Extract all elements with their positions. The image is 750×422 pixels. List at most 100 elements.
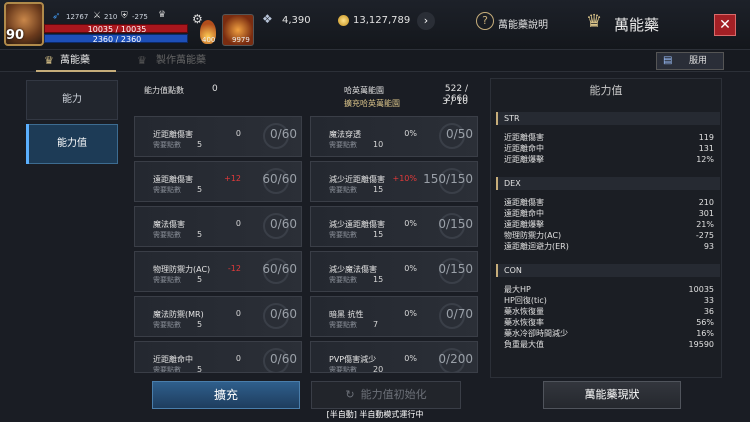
mp-text: 2360 / 2360 [92, 35, 142, 44]
elixir-card-bonus: 0 [235, 219, 241, 228]
trophy-icon: ♛ [158, 10, 167, 20]
stats-row: 遠距離命中 301 [504, 208, 714, 219]
elixir-card-req-value: 15 [373, 185, 384, 194]
stats-row-label: 遠距離迴避力(ER) [504, 242, 569, 251]
elixir-card[interactable]: 減少近距離傷害 需要點數 15 +10% 150/150 [310, 161, 478, 202]
stats-row-value: -275 [695, 231, 714, 240]
elixir-card-name: 遠距離傷害 [153, 175, 193, 184]
elixir-card-bonus: 0% [404, 354, 417, 363]
craft-tab-icon: ♛ [137, 54, 147, 67]
elixir-card-name: 近距離傷害 [153, 130, 193, 139]
elixir-card-level: 0/200 [438, 352, 473, 366]
elixir-card[interactable]: 近距離命中 需要點數 5 0 0/60 [134, 341, 302, 373]
stats-row-value: 21% [696, 220, 714, 229]
reset-icon: ↻ [345, 388, 355, 401]
elixir-card-req-label: 需要點數 [153, 321, 181, 329]
elixir-card-bonus: -12 [227, 264, 241, 273]
chevron-right-icon[interactable]: › [417, 12, 435, 30]
elixir-card-bonus: +10% [392, 174, 417, 183]
hp-bar: 10035 / 10035 [44, 24, 188, 34]
auto-mode-status: [半自動] 半自動模式運行中 [326, 410, 424, 419]
stats-row-value: 93 [703, 242, 714, 251]
elixir-card[interactable]: 暗黑 抗性 需要點數 7 0% 0/70 [310, 296, 478, 337]
elixir-card-level: 0/150 [438, 217, 473, 231]
elixir-card-req-label: 需要點數 [329, 321, 357, 329]
elixir-card[interactable]: 減少魔法傷害 需要點數 15 0% 0/150 [310, 251, 478, 292]
elixir-card-req-label: 需要點數 [153, 231, 181, 239]
stats-row-value: 19590 [688, 340, 714, 349]
tab-elixir[interactable]: 萬能藥 [60, 52, 90, 70]
elixir-card-req-label: 需要點數 [329, 231, 357, 239]
gold-value: 13,127,789 [353, 15, 411, 26]
sidebar-item-ability[interactable]: 能力 [26, 80, 118, 120]
book-icon: ▤ [663, 55, 673, 66]
elixir-tab-icon: ♛ [44, 54, 54, 67]
use-button[interactable]: ▤ 服用 [656, 52, 724, 70]
stats-row: 藥水冷卻時間減少 16% [504, 328, 714, 339]
elixir-card[interactable]: 物理防禦力(AC) 需要點數 5 -12 60/60 [134, 251, 302, 292]
elixir-card-name: 減少遠距離傷害 [329, 220, 385, 229]
elixir-card-req-label: 需要點數 [153, 276, 181, 284]
elixir-card-bonus: 0 [235, 129, 241, 138]
expand-button[interactable]: 擴充 [152, 381, 300, 409]
diamond-icon: ❖ [262, 12, 273, 26]
expand-label: 哈英萬能園 [344, 86, 384, 95]
elixir-card-name: 減少近距離傷害 [329, 175, 385, 184]
stats-row-label: 近距離傷害 [504, 133, 544, 142]
stats-row-label: 遠距離傷害 [504, 198, 544, 207]
elixir-card-req-value: 5 [197, 140, 203, 149]
stats-row-value: 301 [698, 209, 714, 218]
stats-row: 近距離爆擊 12% [504, 154, 714, 165]
elixir-card-req-value: 5 [197, 320, 203, 329]
elixir-card[interactable]: 遠距離傷害 需要點數 5 +12 60/60 [134, 161, 302, 202]
close-button[interactable]: ✕ [714, 14, 736, 36]
elixir-card-level: 0/70 [446, 307, 473, 321]
hp-text: 10035 / 10035 [87, 25, 147, 34]
tab-craft-elixir[interactable]: 製作萬能藥 [156, 52, 206, 70]
elixir-crest-icon: ♛ [586, 11, 603, 32]
diamond-value: 4,390 [282, 15, 311, 26]
reset-stats-button[interactable]: ↻ 能力值初始化 [311, 381, 461, 409]
elixir-card-req-label: 需要點數 [153, 186, 181, 194]
gold-coin-icon [338, 15, 349, 26]
elixir-card-req-value: 5 [197, 230, 203, 239]
help-icon[interactable]: ? [476, 12, 494, 30]
refill-label: 擴充哈英萬能園 [344, 99, 400, 108]
mp-bar: 2360 / 2360 [44, 34, 188, 44]
shield-icon: ⛨ [121, 11, 128, 21]
elixir-card-req-label: 需要點數 [329, 276, 357, 284]
stats-row: 遠距離迴避力(ER) 93 [504, 241, 714, 252]
stats-row-label: 遠距離爆擊 [504, 220, 544, 229]
stats-row-label: 遠距離命中 [504, 209, 544, 218]
stats-row-label: 藥水恢復量 [504, 307, 544, 316]
sidebar-item-stats[interactable]: 能力值 [26, 124, 118, 164]
elixir-card-level: 0/50 [446, 127, 473, 141]
stats-row: 遠距離爆擊 21% [504, 219, 714, 230]
elixir-card-req-label: 需要點數 [329, 186, 357, 194]
elixir-card-req-value: 5 [197, 365, 203, 373]
exp-value: 12767 [66, 13, 89, 21]
elixir-card[interactable]: 魔法傷害 需要點數 5 0 0/60 [134, 206, 302, 247]
elixir-card-req-value: 5 [197, 185, 203, 194]
potion-count2: 9979 [232, 36, 250, 44]
reset-stats-label: 能力值初始化 [360, 388, 427, 401]
elixir-card[interactable]: 魔法穿透 需要點數 10 0% 0/50 [310, 116, 478, 157]
stats-row-label: 負重最大值 [504, 340, 544, 349]
elixir-card[interactable]: 魔法防禦(MR) 需要點數 5 0 0/60 [134, 296, 302, 337]
elixir-card[interactable]: 減少遠距離傷害 需要點數 15 0% 0/150 [310, 206, 478, 247]
elixir-card[interactable]: PVP傷害減少 需要點數 20 0% 0/200 [310, 341, 478, 373]
tab-bar [0, 50, 750, 72]
elixir-card-name: 暗黑 抗性 [329, 310, 364, 319]
stats-row-value: 131 [698, 144, 714, 153]
elixir-card-level: 0/60 [270, 352, 297, 366]
elixir-card-req-value: 5 [197, 275, 203, 284]
help-link[interactable]: 萬能藥說明 [498, 16, 548, 31]
stats-section-header: STR [496, 112, 720, 125]
elixir-status-button[interactable]: 萬能藥現狀 [543, 381, 681, 409]
stats-row: 藥水恢復量 36 [504, 306, 714, 317]
elixir-card-bonus: 0 [235, 354, 241, 363]
stats-row-value: 16% [696, 329, 714, 338]
elixir-card[interactable]: 近距離傷害 需要點數 5 0 0/60 [134, 116, 302, 157]
stats-row-label: 藥水恢復率 [504, 318, 544, 327]
character-level: 90 [6, 28, 25, 43]
